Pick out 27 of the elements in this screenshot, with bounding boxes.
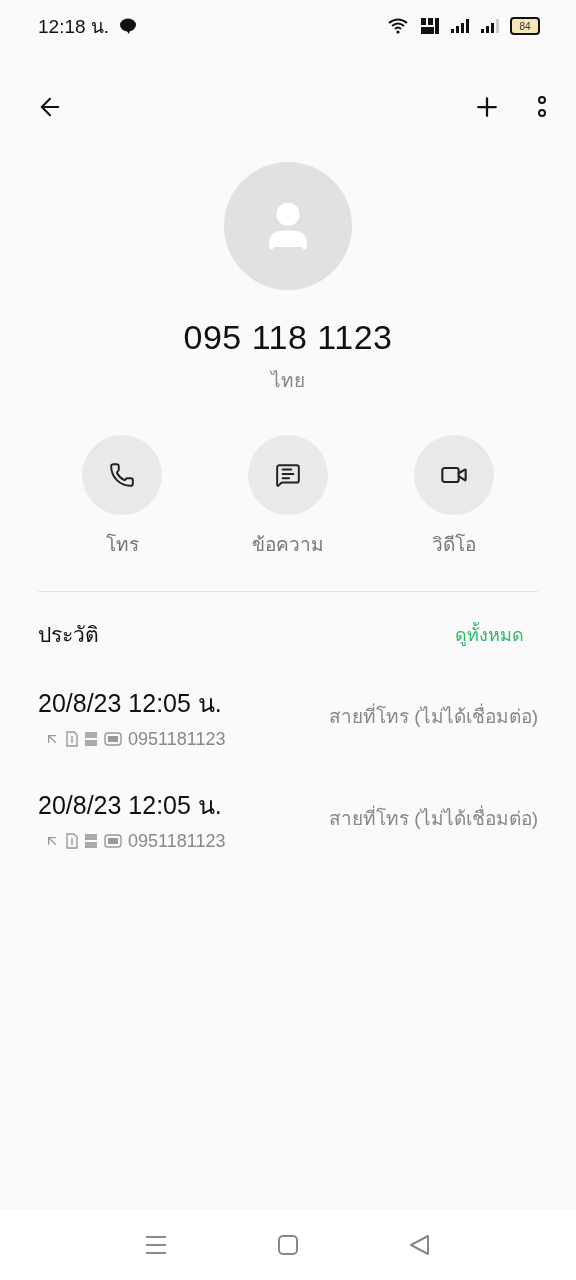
home-icon[interactable] (277, 1234, 299, 1256)
more-button[interactable] (538, 95, 546, 119)
action-label: วิดีโอ (432, 532, 476, 557)
message-icon (275, 462, 301, 488)
menu-icon[interactable] (145, 1235, 167, 1255)
chat-bubble-icon (119, 17, 138, 35)
signal-icon (450, 18, 470, 34)
wifi-icon (388, 18, 410, 34)
phone-icon (109, 462, 135, 488)
call-status: สายที่โทร (ไม่ได้เชื่อมต่อ) (329, 701, 538, 731)
action-label: โทร (105, 532, 139, 557)
back-icon[interactable] (409, 1234, 431, 1256)
call-status: สายที่โทร (ไม่ได้เชื่อมต่อ) (329, 803, 538, 833)
location-label: ไทย (271, 369, 305, 393)
signal-icon (480, 18, 500, 34)
action-label: ข้อความ (252, 533, 324, 557)
sim-icon (66, 731, 78, 747)
battery-level: 84 (510, 17, 540, 35)
call-number: 0951181123 (128, 728, 226, 750)
call-time: 20/8/23 12:05 น. (38, 687, 223, 719)
call-time: 20/8/23 12:05 น. (38, 789, 223, 821)
section-title: ประวัติ (38, 622, 99, 648)
phone-number: 095 118 1123 (183, 318, 393, 357)
see-all-link[interactable]: ดูทั้งหมด (455, 620, 524, 649)
call-number: 0951181123 (128, 830, 226, 852)
status-time: 12:18 น. (38, 15, 110, 39)
sim-icon (66, 833, 78, 849)
